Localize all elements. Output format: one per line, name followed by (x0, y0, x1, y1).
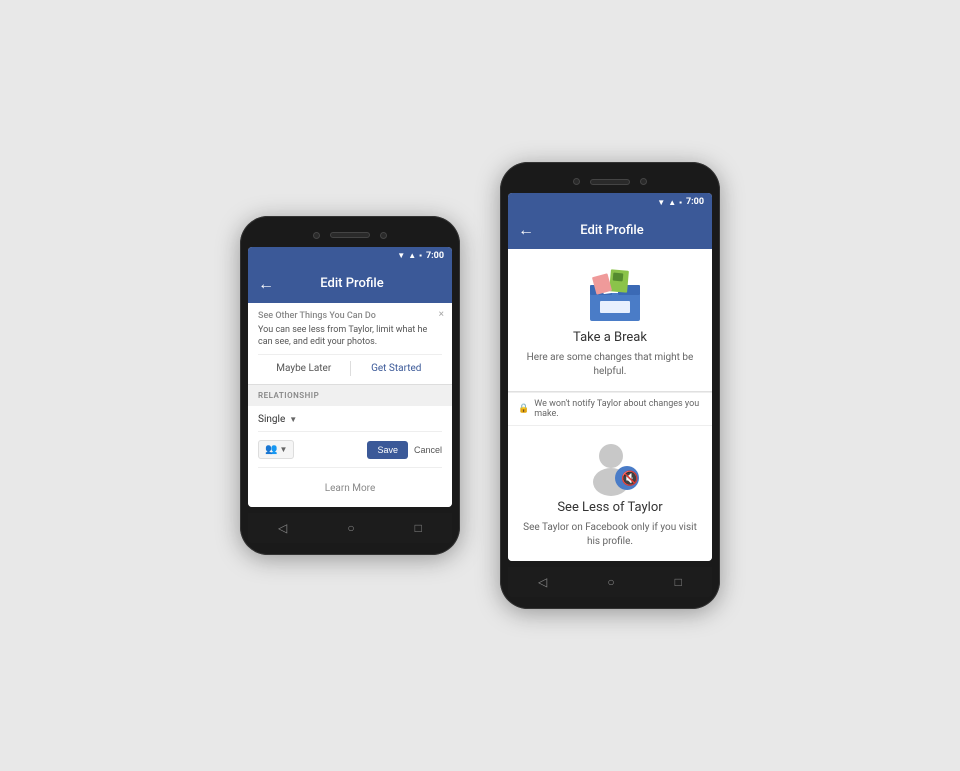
battery-icon: ▪ (419, 251, 422, 260)
app-bar-title-left: Edit Profile (282, 276, 422, 291)
left-phone: ▼ ▲ ▪ 7:00 ← Edit Profile × See Other Th… (240, 216, 460, 555)
app-bar-title-right: Edit Profile (542, 223, 682, 238)
see-less-title: See Less of Taylor (557, 500, 662, 515)
status-label: Single (258, 414, 285, 425)
dropdown-arrow-icon[interactable]: ▼ (289, 415, 297, 424)
nav-square-left[interactable]: □ (415, 521, 422, 535)
status-bar-left: ▼ ▲ ▪ 7:00 (248, 247, 452, 265)
get-started-button[interactable]: Get Started (351, 361, 443, 376)
right-phone: ▼ ▲ ▪ 7:00 ← Edit Profile (500, 162, 720, 609)
phone-top-left (248, 228, 452, 247)
camera-right (573, 178, 580, 185)
time-right: 7:00 (686, 197, 704, 207)
see-less-desc: See Taylor on Facebook only if you visit… (520, 521, 700, 549)
phone-top-right (508, 174, 712, 193)
break-title: Take a Break (573, 330, 647, 345)
privacy-text: We won't notify Taylor about changes you… (534, 399, 702, 419)
svg-text:🔇: 🔇 (621, 470, 638, 487)
notification-banner: × See Other Things You Can Do You can se… (248, 303, 452, 385)
signal-icon-right: ▲ (668, 198, 676, 207)
box-icon (580, 265, 650, 325)
nav-back-right[interactable]: ◁ (538, 575, 547, 589)
app-bar-left: ← Edit Profile (248, 265, 452, 303)
box-icon-wrapper (580, 265, 640, 320)
speaker-right (590, 179, 630, 185)
nav-home-left[interactable]: ○ (347, 521, 354, 535)
wifi-icon: ▼ (397, 251, 405, 260)
maybe-later-button[interactable]: Maybe Later (258, 361, 350, 376)
notification-text: You can see less from Taylor, limit what… (258, 325, 442, 348)
learn-more-text[interactable]: Learn More (325, 483, 376, 494)
people-icon: 👥 (265, 444, 277, 455)
wifi-icon-right: ▼ (657, 198, 665, 207)
privacy-note: 🔒 We won't notify Taylor about changes y… (508, 392, 712, 426)
see-less-icon: 🔇 (585, 440, 645, 498)
back-button-left[interactable]: ← (258, 274, 274, 294)
status-icons-right: ▼ ▲ ▪ (657, 198, 682, 207)
learn-more-row: Learn More (258, 467, 442, 499)
nav-back-left[interactable]: ◁ (278, 521, 287, 535)
camera2-right (640, 178, 647, 185)
status-row: Single ▼ (258, 414, 442, 432)
save-row: 👥 ▼ Save Cancel (258, 440, 442, 459)
nav-home-right[interactable]: ○ (607, 575, 614, 589)
take-break-section: Take a Break Here are some changes that … (508, 249, 712, 392)
speaker-left (330, 232, 370, 238)
close-icon[interactable]: × (439, 309, 444, 320)
save-button[interactable]: Save (367, 441, 408, 459)
camera-left (313, 232, 320, 239)
notification-actions: Maybe Later Get Started (258, 354, 442, 376)
time-left: 7:00 (426, 251, 444, 261)
camera2-left (380, 232, 387, 239)
bottom-nav-right: ◁ ○ □ (508, 567, 712, 597)
app-bar-right: ← Edit Profile (508, 211, 712, 249)
relationship-content: Single ▼ 👥 ▼ Save Cancel Learn More (248, 406, 452, 507)
see-less-section: 🔇 See Less of Taylor See Taylor on Faceb… (508, 426, 712, 561)
cancel-button[interactable]: Cancel (414, 445, 442, 455)
status-icons-left: ▼ ▲ ▪ (397, 251, 422, 260)
people-dropdown-icon: ▼ (279, 445, 287, 454)
battery-icon-right: ▪ (679, 198, 682, 207)
lock-icon: 🔒 (518, 404, 529, 414)
bottom-nav-left: ◁ ○ □ (248, 513, 452, 543)
status-bar-right: ▼ ▲ ▪ 7:00 (508, 193, 712, 211)
break-desc: Here are some changes that might be help… (520, 351, 700, 379)
notification-title: See Other Things You Can Do (258, 311, 442, 321)
relationship-section-header: RELATIONSHIP (248, 385, 452, 406)
signal-icon: ▲ (408, 251, 416, 260)
screen-right: ▼ ▲ ▪ 7:00 ← Edit Profile (508, 193, 712, 561)
back-button-right[interactable]: ← (518, 220, 534, 240)
people-icon-button[interactable]: 👥 ▼ (258, 440, 294, 459)
screen-left: ▼ ▲ ▪ 7:00 ← Edit Profile × See Other Th… (248, 247, 452, 507)
see-less-icon-wrapper: 🔇 (585, 440, 635, 490)
nav-square-right[interactable]: □ (675, 575, 682, 589)
